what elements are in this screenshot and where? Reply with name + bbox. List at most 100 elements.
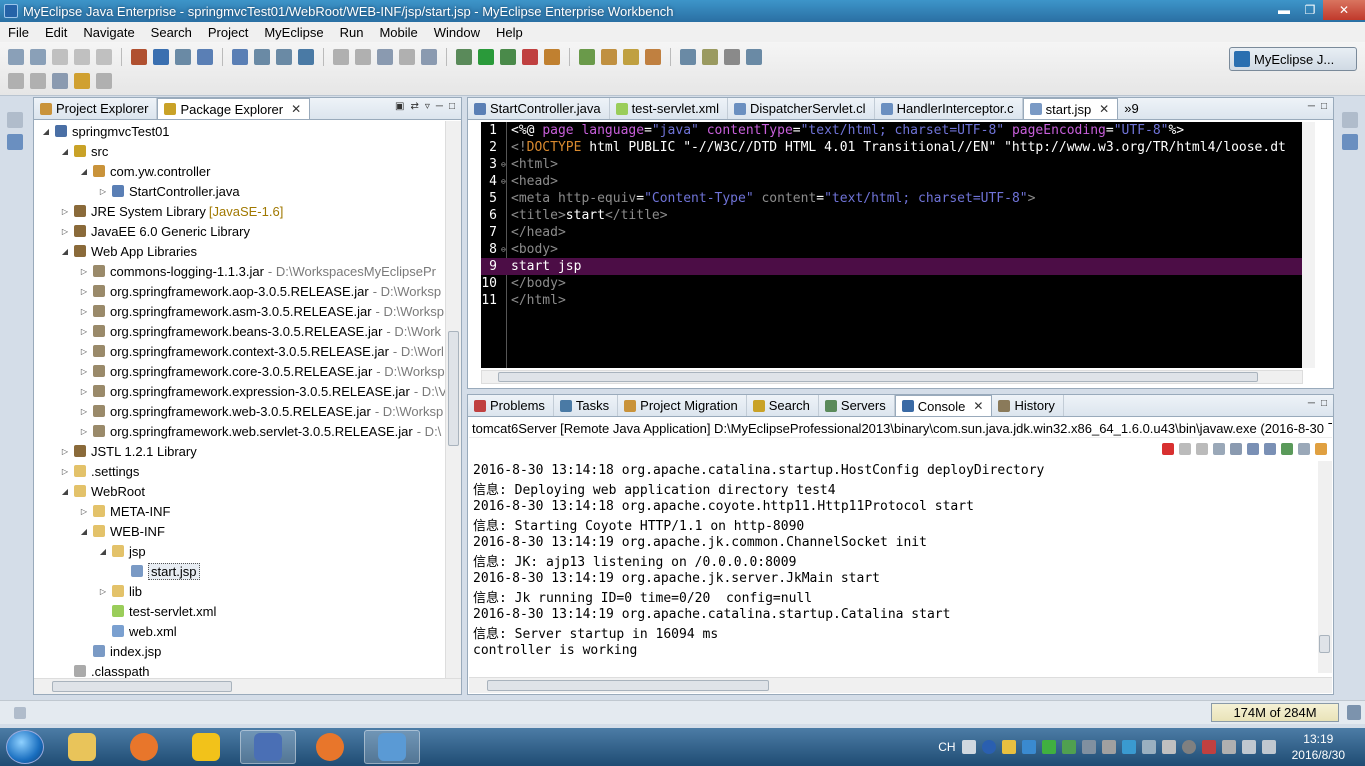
tree-node[interactable]: test-servlet.xml <box>34 601 445 621</box>
tree-node[interactable]: ◢ WebRoot <box>34 481 445 501</box>
taskbar-app-4[interactable] <box>240 730 296 764</box>
collapsed-arrow-icon[interactable]: ▷ <box>78 407 90 416</box>
input-language[interactable]: CH <box>938 740 955 754</box>
toolbar-button-31-icon[interactable] <box>746 49 762 65</box>
toolbar-button-27-icon[interactable] <box>645 49 661 65</box>
nav-button-1-icon[interactable] <box>8 73 24 89</box>
volume-icon[interactable] <box>1261 740 1276 754</box>
toolbar-button-29-icon[interactable] <box>702 49 718 65</box>
close-tab-icon[interactable]: ✕ <box>1099 102 1109 116</box>
expanded-arrow-icon[interactable]: ◢ <box>59 247 71 256</box>
tray-app-icon-7[interactable] <box>1201 740 1216 754</box>
fast-view-icon[interactable] <box>14 706 26 719</box>
outline-view-icon[interactable] <box>1342 134 1358 150</box>
toolbar-button-3-icon[interactable] <box>52 49 68 65</box>
keyboard-icon[interactable] <box>961 740 976 754</box>
console-minimize-icon[interactable]: ─ <box>1308 398 1315 409</box>
expanded-arrow-icon[interactable]: ◢ <box>40 127 52 136</box>
collapsed-arrow-icon[interactable]: ▷ <box>97 187 109 196</box>
menu-window[interactable]: Window <box>426 25 488 40</box>
collapsed-arrow-icon[interactable]: ▷ <box>78 387 90 396</box>
close-tab-icon[interactable]: ✕ <box>291 102 301 116</box>
toolbar-button-18-icon[interactable] <box>421 49 437 65</box>
code-line[interactable]: 1 <%@ page language="java" contentType="t… <box>481 122 1303 139</box>
explorer-vertical-scrollbar[interactable] <box>445 121 461 678</box>
toolbar-button-23-icon[interactable] <box>544 49 560 65</box>
toolbar-button-16-icon[interactable] <box>377 49 393 65</box>
toolbar-button-15-icon[interactable] <box>355 49 371 65</box>
console-tab-console[interactable]: Console ✕ <box>894 395 993 416</box>
tray-app-icon-4[interactable] <box>1141 740 1156 754</box>
tree-node[interactable]: ◢ WEB-INF <box>34 521 445 541</box>
editor-hscroll-thumb[interactable] <box>498 372 1258 382</box>
view-menu-icon[interactable]: ▿ <box>425 101 430 112</box>
code-line[interactable]: 7 </head> <box>481 224 1303 241</box>
editor-maximize-icon[interactable]: □ <box>1321 101 1327 112</box>
menu-file[interactable]: File <box>0 25 37 40</box>
editor-tab-startcontroller-java[interactable]: StartController.java <box>468 98 610 119</box>
terminate-icon[interactable] <box>1162 443 1174 455</box>
nav-button-3-icon[interactable] <box>52 73 68 89</box>
console-horizontal-scrollbar[interactable] <box>469 677 1332 693</box>
heap-status[interactable]: 174M of 284M <box>1211 703 1339 722</box>
remove-all-icon[interactable] <box>1196 443 1208 455</box>
nav-button-5-icon[interactable] <box>96 73 112 89</box>
expanded-arrow-icon[interactable]: ◢ <box>97 547 109 556</box>
collapsed-arrow-icon[interactable]: ▷ <box>78 267 90 276</box>
collapsed-arrow-icon[interactable]: ▷ <box>78 367 90 376</box>
toolbar-button-21-icon[interactable] <box>500 49 516 65</box>
tree-node[interactable]: ▷ commons-logging-1.1.3.jar - D:\Workspace… <box>34 261 445 281</box>
collapsed-arrow-icon[interactable]: ▷ <box>59 467 71 476</box>
collapsed-arrow-icon[interactable]: ▷ <box>59 227 71 236</box>
toolbar-button-14-icon[interactable] <box>333 49 349 65</box>
tree-node[interactable]: ▷ StartController.java <box>34 181 445 201</box>
tree-node[interactable]: ▷ JSTL 1.2.1 Library <box>34 441 445 461</box>
help-icon[interactable] <box>981 740 996 754</box>
scroll-lock-icon[interactable] <box>1230 443 1242 455</box>
code-line[interactable]: 2 <!DOCTYPE html PUBLIC "-//W3C//DTD HTML… <box>481 139 1303 156</box>
toolbar-button-30-icon[interactable] <box>724 49 740 65</box>
explorer-horizontal-scrollbar[interactable] <box>34 678 461 694</box>
editor-tab-test-servlet-xml[interactable]: test-servlet.xml <box>610 98 728 119</box>
fold-toggle-icon[interactable]: ⊖ <box>501 160 509 169</box>
code-line[interactable]: 11 </html> <box>481 292 1303 309</box>
code-line[interactable]: 6 <title>start</title> <box>481 207 1303 224</box>
collapsed-arrow-icon[interactable]: ▷ <box>59 447 71 456</box>
console-output[interactable]: 2016-8-30 13:14:18 org.apache.catalina.s… <box>469 461 1317 673</box>
toolbar-button-25-icon[interactable] <box>601 49 617 65</box>
network-icon[interactable] <box>1081 740 1096 754</box>
collapsed-arrow-icon[interactable]: ▷ <box>78 287 90 296</box>
collapse-all-icon[interactable]: ▣ <box>395 101 404 112</box>
menu-run[interactable]: Run <box>332 25 372 40</box>
minimize-view-icon[interactable]: ─ <box>436 101 443 112</box>
editor-horizontal-scrollbar[interactable] <box>481 370 1303 384</box>
toolbar-button-22-icon[interactable] <box>522 49 538 65</box>
collapsed-arrow-icon[interactable]: ▷ <box>78 507 90 516</box>
editor-tab-dispatcherservlet-cl[interactable]: DispatcherServlet.cl <box>728 98 875 119</box>
start-button[interactable] <box>6 730 44 764</box>
editor-minimize-icon[interactable]: ─ <box>1308 101 1315 112</box>
shield-icon[interactable] <box>1021 740 1036 754</box>
toolbar-button-7-icon[interactable] <box>153 49 169 65</box>
editor-tabs-overflow[interactable]: »9 <box>1118 98 1146 119</box>
menu-project[interactable]: Project <box>200 25 256 40</box>
code-line[interactable]: 9 start jsp <box>481 258 1303 275</box>
show-stderr-icon[interactable] <box>1264 443 1276 455</box>
tree-node[interactable]: ▷ .settings <box>34 461 445 481</box>
console-tab-problems[interactable]: Problems <box>468 395 554 416</box>
collapsed-arrow-icon[interactable]: ▷ <box>78 327 90 336</box>
tree-node[interactable]: ▷ org.springframework.asm-3.0.5.RELEASE.j… <box>34 301 445 321</box>
minimize-button[interactable]: ▬ <box>1271 0 1297 20</box>
pin-console-icon[interactable] <box>1281 443 1293 455</box>
toolbar-button-9-icon[interactable] <box>197 49 213 65</box>
toolbar-button-13-icon[interactable] <box>298 49 314 65</box>
maximize-view-icon[interactable]: □ <box>449 101 455 112</box>
toolbar-button-1-icon[interactable] <box>8 49 24 65</box>
display-console-icon[interactable] <box>1298 443 1310 455</box>
toolbar-button-19-icon[interactable] <box>456 49 472 65</box>
tray-app-icon-6[interactable] <box>1181 740 1196 754</box>
collapsed-arrow-icon[interactable]: ▷ <box>78 347 90 356</box>
tree-node[interactable]: ▷ org.springframework.web.servlet-3.0.5.R… <box>34 421 445 441</box>
tray-app-icon-3[interactable] <box>1121 740 1136 754</box>
collapsed-arrow-icon[interactable]: ▷ <box>78 307 90 316</box>
